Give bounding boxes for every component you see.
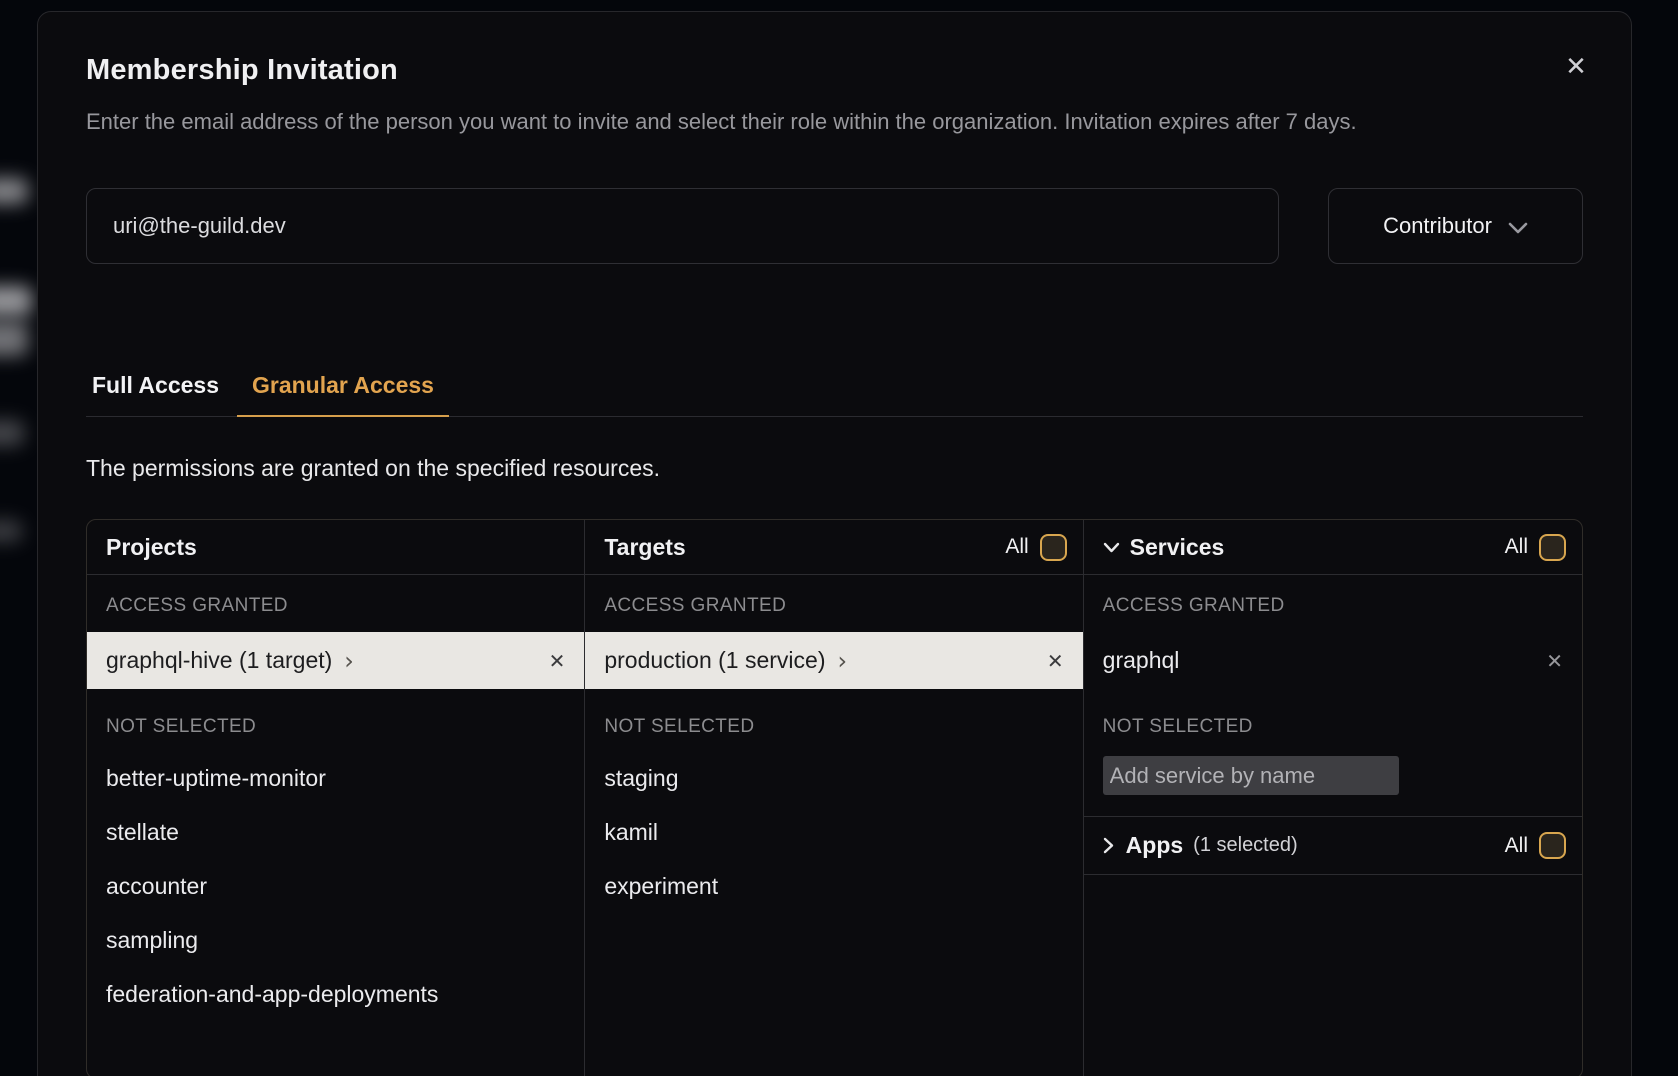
- remove-target-icon[interactable]: ✕: [1047, 649, 1064, 673]
- targets-all-label: All: [1005, 535, 1028, 559]
- project-item[interactable]: better-uptime-monitor: [87, 751, 584, 805]
- dialog-title: Membership Invitation: [86, 54, 1583, 87]
- backdrop-blur-shape: [0, 420, 24, 446]
- chevron-down-icon: [1508, 219, 1528, 234]
- invite-form-row: Contributor: [86, 188, 1583, 264]
- project-granted-row[interactable]: graphql-hive (1 target) › ✕: [87, 632, 584, 689]
- backdrop-blur-shape: [0, 286, 32, 316]
- apps-all-label: All: [1505, 834, 1528, 858]
- targets-access-granted-label: ACCESS GRANTED: [585, 575, 1082, 632]
- add-service-input[interactable]: [1103, 756, 1399, 795]
- services-column-header[interactable]: Services All: [1084, 520, 1582, 575]
- target-item[interactable]: staging: [585, 751, 1082, 805]
- service-granted-row[interactable]: graphql ✕: [1084, 632, 1582, 689]
- backdrop-blur-shape: [0, 322, 28, 356]
- chevron-down-icon: [1103, 542, 1120, 553]
- remove-project-icon[interactable]: ✕: [549, 649, 566, 673]
- target-item[interactable]: experiment: [585, 859, 1082, 913]
- role-select[interactable]: Contributor: [1328, 188, 1583, 264]
- project-granted-label: graphql-hive (1 target): [106, 647, 332, 674]
- apps-label: Apps: [1126, 832, 1184, 859]
- projects-header-label: Projects: [106, 534, 197, 561]
- apps-selected-count: (1 selected): [1193, 834, 1298, 857]
- email-input[interactable]: [86, 188, 1279, 264]
- dialog-description: Enter the email address of the person yo…: [86, 103, 1583, 140]
- project-item[interactable]: sampling: [87, 913, 584, 967]
- service-granted-label: graphql: [1103, 647, 1180, 674]
- project-item[interactable]: federation-and-app-deployments: [87, 967, 584, 1021]
- targets-not-selected-label: NOT SELECTED: [585, 689, 1082, 751]
- remove-service-icon[interactable]: ✕: [1546, 649, 1563, 673]
- targets-all-group: All: [1005, 534, 1066, 561]
- services-all-group: All: [1505, 534, 1566, 561]
- chevron-right-icon: ›: [837, 649, 847, 673]
- services-header-label: Services: [1130, 534, 1225, 561]
- services-column: Services All ACCESS GRANTED graphql ✕ NO…: [1084, 520, 1582, 1076]
- targets-column-header: Targets All: [585, 520, 1082, 575]
- projects-column-header: Projects: [87, 520, 584, 575]
- close-icon[interactable]: ✕: [1559, 50, 1593, 84]
- project-item[interactable]: stellate: [87, 805, 584, 859]
- projects-access-granted-label: ACCESS GRANTED: [87, 575, 584, 632]
- projects-not-selected-label: NOT SELECTED: [87, 689, 584, 751]
- apps-all-checkbox[interactable]: [1539, 832, 1566, 859]
- tab-granular-access[interactable]: Granular Access: [237, 372, 449, 416]
- permissions-note: The permissions are granted on the speci…: [86, 455, 1583, 482]
- apps-section-row[interactable]: Apps (1 selected) All: [1084, 816, 1582, 875]
- targets-header-label: Targets: [604, 534, 685, 561]
- apps-all-group: All: [1505, 832, 1566, 859]
- services-not-selected-label: NOT SELECTED: [1084, 689, 1582, 751]
- resource-selection-panel: Projects ACCESS GRANTED graphql-hive (1 …: [86, 519, 1583, 1076]
- services-access-granted-label: ACCESS GRANTED: [1084, 575, 1582, 632]
- services-all-label: All: [1505, 535, 1528, 559]
- services-all-checkbox[interactable]: [1539, 534, 1566, 561]
- chevron-right-icon: ›: [344, 649, 354, 673]
- target-granted-row[interactable]: production (1 service) › ✕: [585, 632, 1082, 689]
- target-granted-label: production (1 service): [604, 647, 825, 674]
- access-tabs: Full Access Granular Access: [86, 372, 1583, 417]
- backdrop-blur-shape: [0, 520, 22, 542]
- targets-all-checkbox[interactable]: [1040, 534, 1067, 561]
- role-select-value: Contributor: [1383, 213, 1492, 239]
- projects-column: Projects ACCESS GRANTED graphql-hive (1 …: [87, 520, 585, 1076]
- target-item[interactable]: kamil: [585, 805, 1082, 859]
- backdrop-blur-shape: [0, 178, 28, 204]
- project-item[interactable]: accounter: [87, 859, 584, 913]
- targets-column: Targets All ACCESS GRANTED production (1…: [585, 520, 1083, 1076]
- membership-invitation-dialog: ✕ Membership Invitation Enter the email …: [37, 11, 1632, 1076]
- tab-full-access[interactable]: Full Access: [77, 372, 234, 416]
- chevron-right-icon: [1103, 837, 1114, 854]
